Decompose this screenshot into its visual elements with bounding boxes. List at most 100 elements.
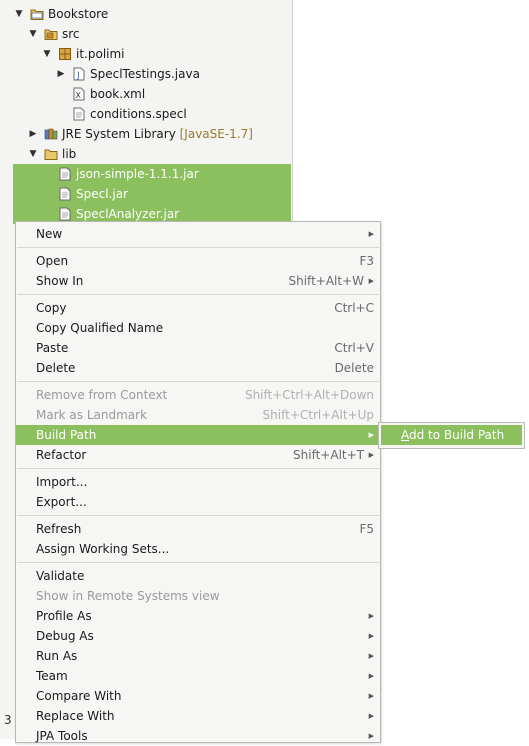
menu-item-import[interactable]: Import... <box>16 472 380 492</box>
submenu-arrow-icon: ▶ <box>368 612 374 620</box>
expand-twisty-icon[interactable]: ▼ <box>42 49 52 59</box>
tree-label: Bookstore <box>48 7 109 21</box>
jar-file-icon <box>59 187 71 201</box>
menu-item-shortcut: Ctrl+C <box>334 301 374 315</box>
menu-item-shortcut: F3 <box>359 254 374 268</box>
jre-label: JRE System Library <box>62 127 176 141</box>
submenu-arrow-icon: ▶ <box>368 732 374 740</box>
menu-item-refactor[interactable]: Refactor Shift+Alt+T ▶ <box>16 445 380 465</box>
menu-item-run-as[interactable]: Run As ▶ <box>16 646 380 666</box>
tree-item-jar-specl[interactable]: Specl.jar <box>13 184 291 204</box>
source-folder-icon <box>44 29 58 40</box>
menu-item-label: Remove from Context <box>36 388 168 402</box>
status-digit: 3 <box>4 713 12 727</box>
java-file-icon: J <box>73 67 85 81</box>
menu-item-label: Delete <box>36 361 76 375</box>
package-icon <box>59 48 71 60</box>
menu-item-shortcut: Shift+Ctrl+Alt+Down <box>244 388 374 402</box>
menu-item-remove-from-context: Remove from Context Shift+Ctrl+Alt+Down <box>16 385 380 405</box>
submenu-arrow-icon: ▶ <box>368 672 374 680</box>
menu-item-label: Import... <box>36 475 88 489</box>
menu-item-label: Paste <box>36 341 69 355</box>
mnemonic-letter: A <box>401 428 409 442</box>
submenu-arrow-icon: ▶ <box>368 632 374 640</box>
menu-item-refresh[interactable]: Refresh F5 <box>16 519 380 539</box>
submenu-arrow-icon: ▶ <box>368 692 374 700</box>
menu-item-new[interactable]: New ▶ <box>16 224 380 244</box>
menu-item-label: Show in Remote Systems view <box>36 589 220 603</box>
menu-item-profile-as[interactable]: Profile As ▶ <box>16 606 380 626</box>
tree-item-src[interactable]: ▼ src <box>0 24 292 44</box>
menu-item-label: Assign Working Sets... <box>36 542 170 556</box>
menu-item-export[interactable]: Export... <box>16 492 380 512</box>
menu-item-shortcut: Shift+Ctrl+Alt+Up <box>262 408 374 422</box>
menu-item-show-in-remote-systems: Show in Remote Systems view <box>16 586 380 606</box>
menu-item-shortcut: Delete <box>334 361 374 375</box>
tree-label: it.polimi <box>76 47 125 61</box>
menu-item-compare-with[interactable]: Compare With ▶ <box>16 686 380 706</box>
submenu-arrow-icon: ▶ <box>368 712 374 720</box>
menu-item-shortcut: Shift+Alt+W <box>288 274 365 288</box>
menu-item-mark-as-landmark: Mark as Landmark Shift+Ctrl+Alt+Up <box>16 405 380 425</box>
submenu-arrow-icon: ▶ <box>368 277 374 285</box>
tree-label: src <box>62 27 80 41</box>
menu-item-label: Build Path <box>36 428 97 442</box>
tree-item-lib[interactable]: ▼ lib <box>0 144 292 164</box>
submenu-arrow-icon: ▶ <box>368 230 374 238</box>
jar-file-icon <box>59 167 71 181</box>
tree-item-specl-file[interactable]: conditions.specl <box>0 104 292 124</box>
tree-label: json-simple-1.1.1.jar <box>76 167 199 181</box>
menu-item-shortcut: Ctrl+V <box>334 341 374 355</box>
tree-item-java-file[interactable]: ▶ J SpeclTestings.java <box>0 64 292 84</box>
tree-label: Specl.jar <box>76 187 128 201</box>
menu-item-label: Team <box>36 669 68 683</box>
tree-label: conditions.specl <box>90 107 187 121</box>
menu-item-team[interactable]: Team ▶ <box>16 666 380 686</box>
menu-separator <box>17 247 379 248</box>
menu-item-delete[interactable]: Delete Delete <box>16 358 380 378</box>
menu-item-label: Export... <box>36 495 87 509</box>
menu-item-debug-as[interactable]: Debug As ▶ <box>16 626 380 646</box>
menu-item-label: Copy <box>36 301 67 315</box>
menu-item-label: Open <box>36 254 69 268</box>
tree-item-jre-library[interactable]: ▶ JRE System Library [JavaSE-1.7] <box>0 124 292 144</box>
menu-item-copy[interactable]: Copy Ctrl+C <box>16 298 380 318</box>
menu-item-label: Run As <box>36 649 78 663</box>
tree-item-xml-file[interactable]: X book.xml <box>0 84 292 104</box>
menu-item-add-to-build-path[interactable]: Add to Build Path <box>381 425 522 445</box>
tree-item-package[interactable]: ▼ it.polimi <box>0 44 292 64</box>
tree-item-bookstore[interactable]: ▼ Bookstore <box>0 4 292 24</box>
menu-item-label: Compare With <box>36 689 122 703</box>
project-folder-icon <box>30 9 44 20</box>
expand-twisty-icon[interactable]: ▼ <box>14 9 24 19</box>
collapse-twisty-icon[interactable]: ▶ <box>56 69 66 79</box>
context-menu: New ▶ Open F3 Show In Shift+Alt+W ▶ Copy… <box>15 221 381 743</box>
tree-label: JRE System Library [JavaSE-1.7] <box>62 124 253 144</box>
build-path-submenu: Add to Build Path <box>378 422 525 449</box>
submenu-arrow-icon: ▶ <box>368 431 374 439</box>
collapse-twisty-icon[interactable]: ▶ <box>28 129 38 139</box>
expand-twisty-icon[interactable]: ▼ <box>28 149 38 159</box>
text-file-icon <box>73 107 85 121</box>
menu-item-replace-with[interactable]: Replace With ▶ <box>16 706 380 726</box>
menu-item-build-path[interactable]: Build Path ▶ <box>16 425 380 445</box>
menu-item-label: Debug As <box>36 629 94 643</box>
menu-item-copy-qualified-name[interactable]: Copy Qualified Name <box>16 318 380 338</box>
menu-item-label: Validate <box>36 569 85 583</box>
menu-separator <box>17 515 379 516</box>
expand-twisty-icon[interactable]: ▼ <box>28 29 38 39</box>
menu-item-show-in[interactable]: Show In Shift+Alt+W ▶ <box>16 271 380 291</box>
menu-item-label: Refactor <box>36 448 87 462</box>
menu-item-validate[interactable]: Validate <box>16 566 380 586</box>
menu-item-label: Show In <box>36 274 84 288</box>
menu-item-assign-working-sets[interactable]: Assign Working Sets... <box>16 539 380 559</box>
menu-item-label: Copy Qualified Name <box>36 321 164 335</box>
menu-item-open[interactable]: Open F3 <box>16 251 380 271</box>
tree-item-jar-json-simple[interactable]: json-simple-1.1.1.jar <box>13 164 291 184</box>
menu-item-paste[interactable]: Paste Ctrl+V <box>16 338 380 358</box>
tree-label: SpeclTestings.java <box>90 67 200 81</box>
tree-label: lib <box>62 147 77 161</box>
submenu-arrow-icon: ▶ <box>368 652 374 660</box>
menu-item-jpa-tools[interactable]: JPA Tools ▶ <box>16 726 380 746</box>
menu-item-label: Add to Build Path <box>401 425 504 445</box>
